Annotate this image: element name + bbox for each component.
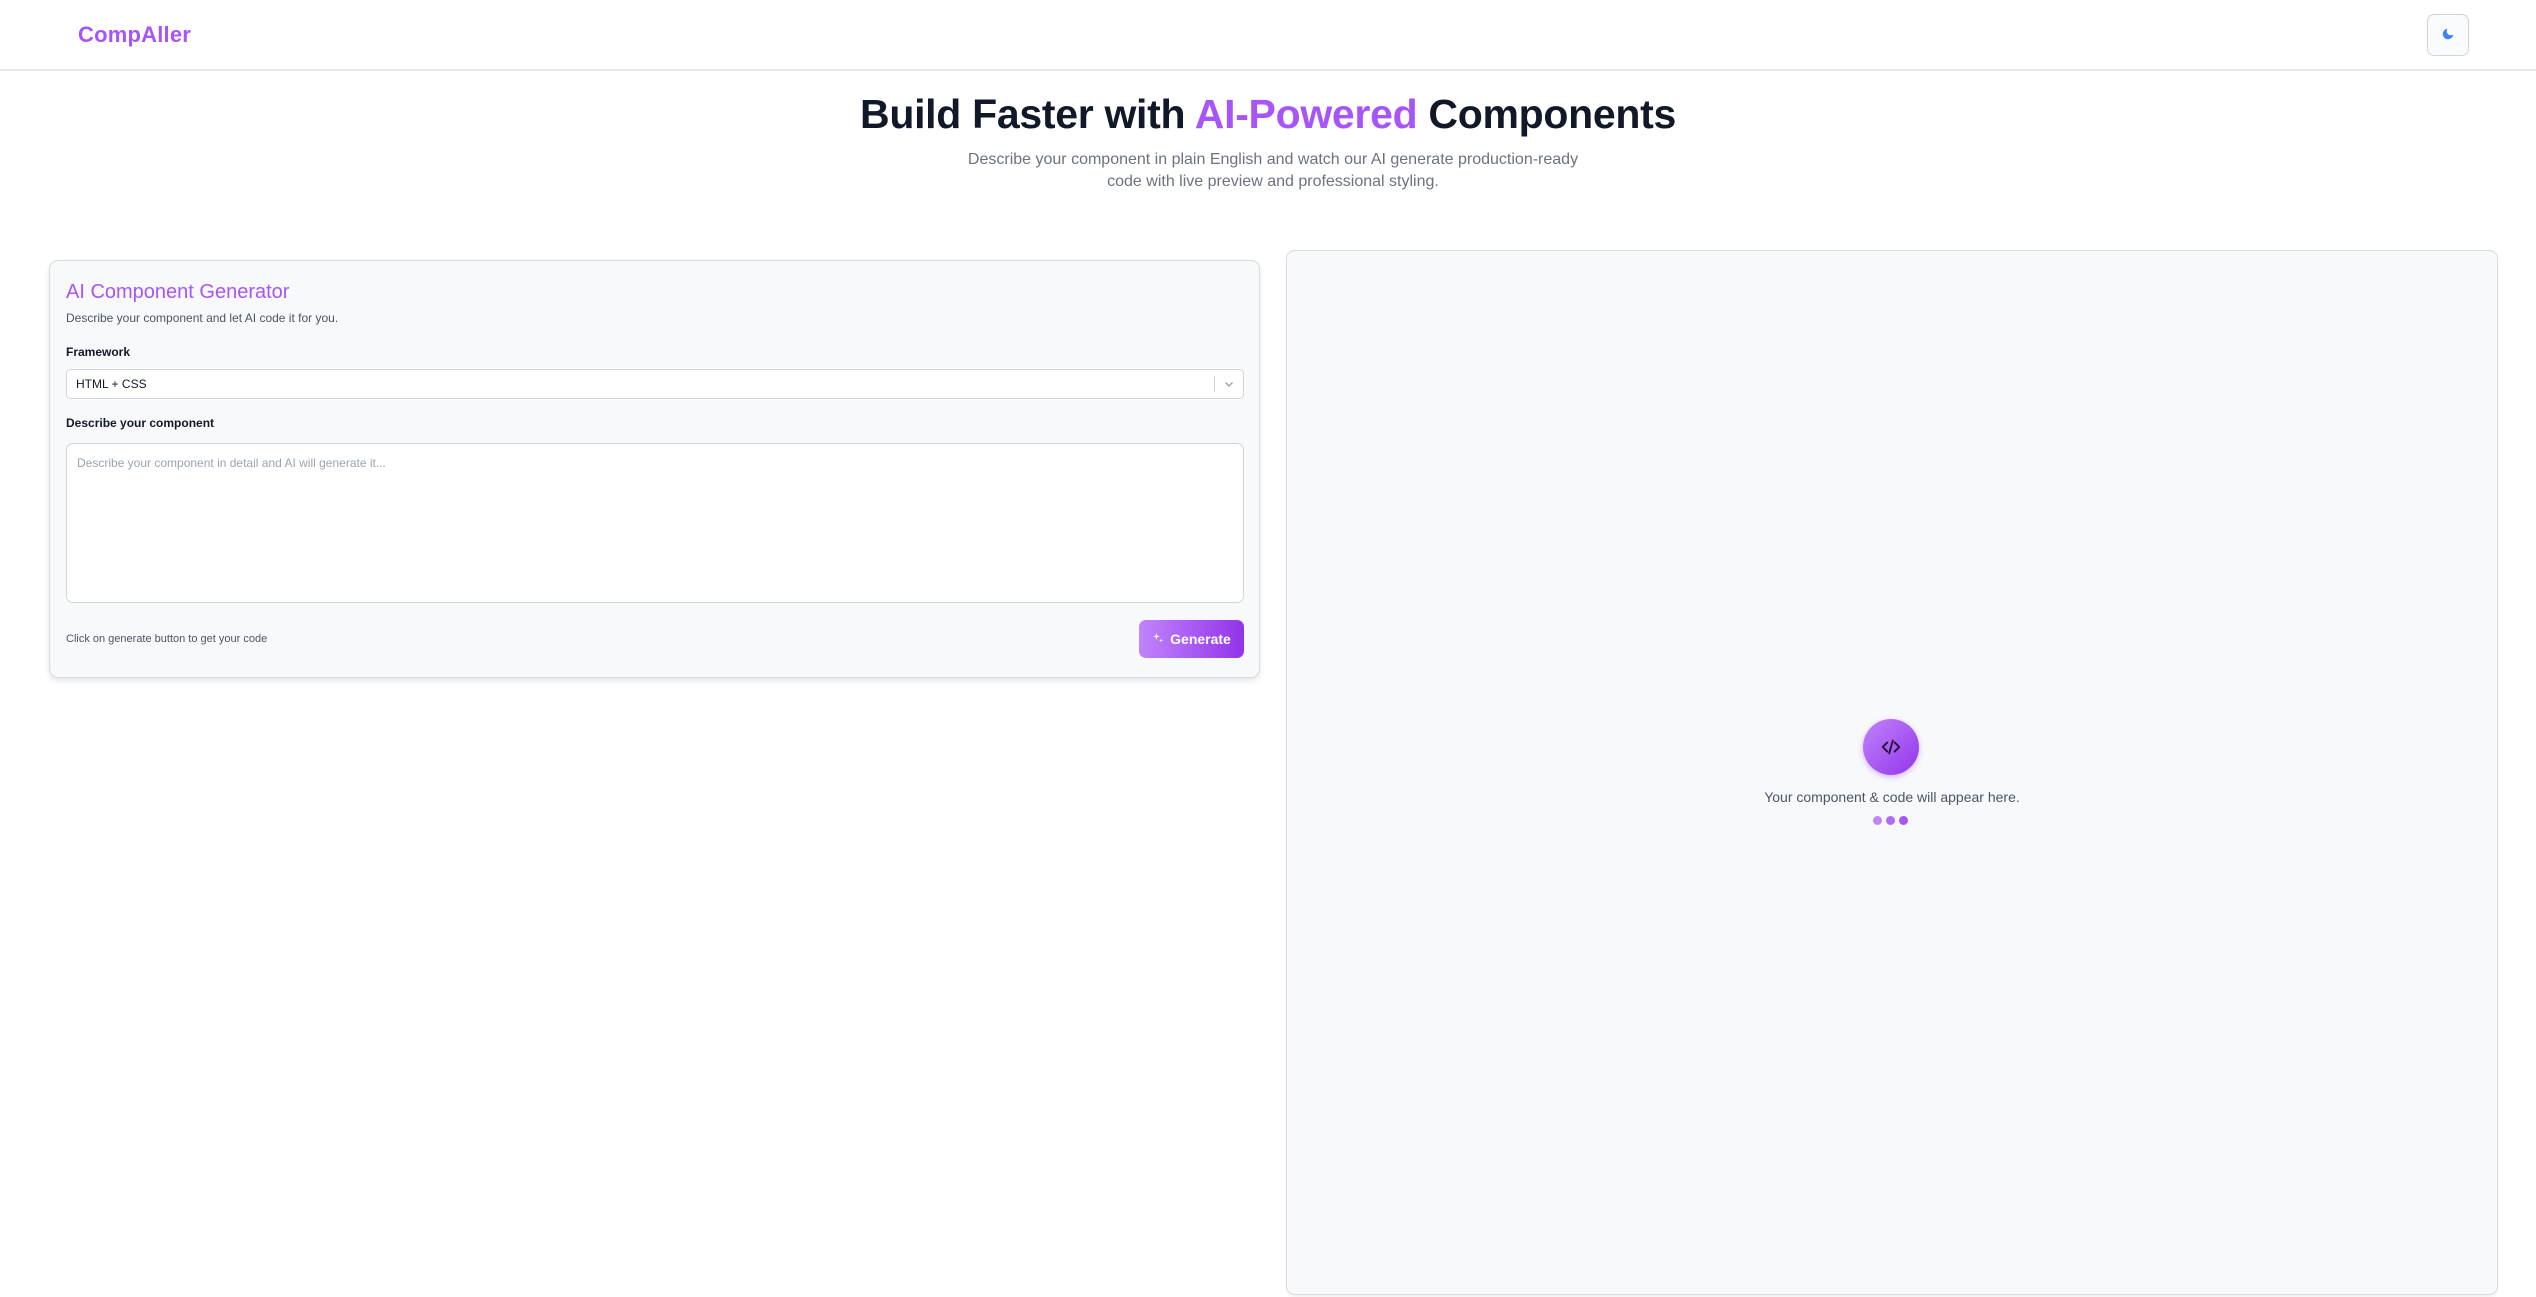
loading-dot — [1899, 816, 1908, 825]
brand-logo[interactable]: CompAller — [78, 22, 191, 48]
loading-dots — [1873, 816, 1913, 826]
framework-select[interactable]: HTML + CSS — [66, 369, 1244, 399]
moon-icon — [2441, 27, 2455, 44]
page-title: Build Faster with AI-Powered Components — [0, 91, 2536, 138]
framework-label: Framework — [66, 345, 131, 359]
generator-title: AI Component Generator — [66, 281, 290, 303]
title-part-1: Build Faster with — [860, 91, 1195, 137]
preview-panel: Your component & code will appear here. — [1286, 250, 2498, 1295]
describe-label: Describe your component — [66, 416, 215, 430]
sparkles-icon — [1152, 631, 1164, 647]
title-accent: AI-Powered — [1194, 91, 1418, 137]
title-part-2: Components — [1417, 91, 1676, 137]
code-icon — [1863, 719, 1919, 775]
generator-description: Describe your component and let AI code … — [66, 311, 339, 325]
page-subtitle: Describe your component in plain English… — [967, 151, 1579, 190]
component-description-input[interactable] — [66, 443, 1244, 603]
framework-selected-value: HTML + CSS — [76, 377, 147, 391]
generate-hint: Click on generate button to get your cod… — [66, 633, 268, 645]
preview-placeholder-text: Your component & code will appear here. — [1764, 789, 2020, 805]
loading-dot — [1886, 816, 1895, 825]
theme-toggle-button[interactable] — [2427, 14, 2469, 56]
top-navbar: CompAller — [0, 0, 2536, 71]
generator-card: AI Component Generator Describe your com… — [49, 260, 1260, 678]
chevron-down-icon[interactable] — [1222, 377, 1236, 391]
loading-dot — [1873, 816, 1882, 825]
generate-button-label: Generate — [1170, 631, 1231, 647]
generate-button[interactable]: Generate — [1139, 620, 1244, 658]
select-divider — [1214, 376, 1215, 392]
